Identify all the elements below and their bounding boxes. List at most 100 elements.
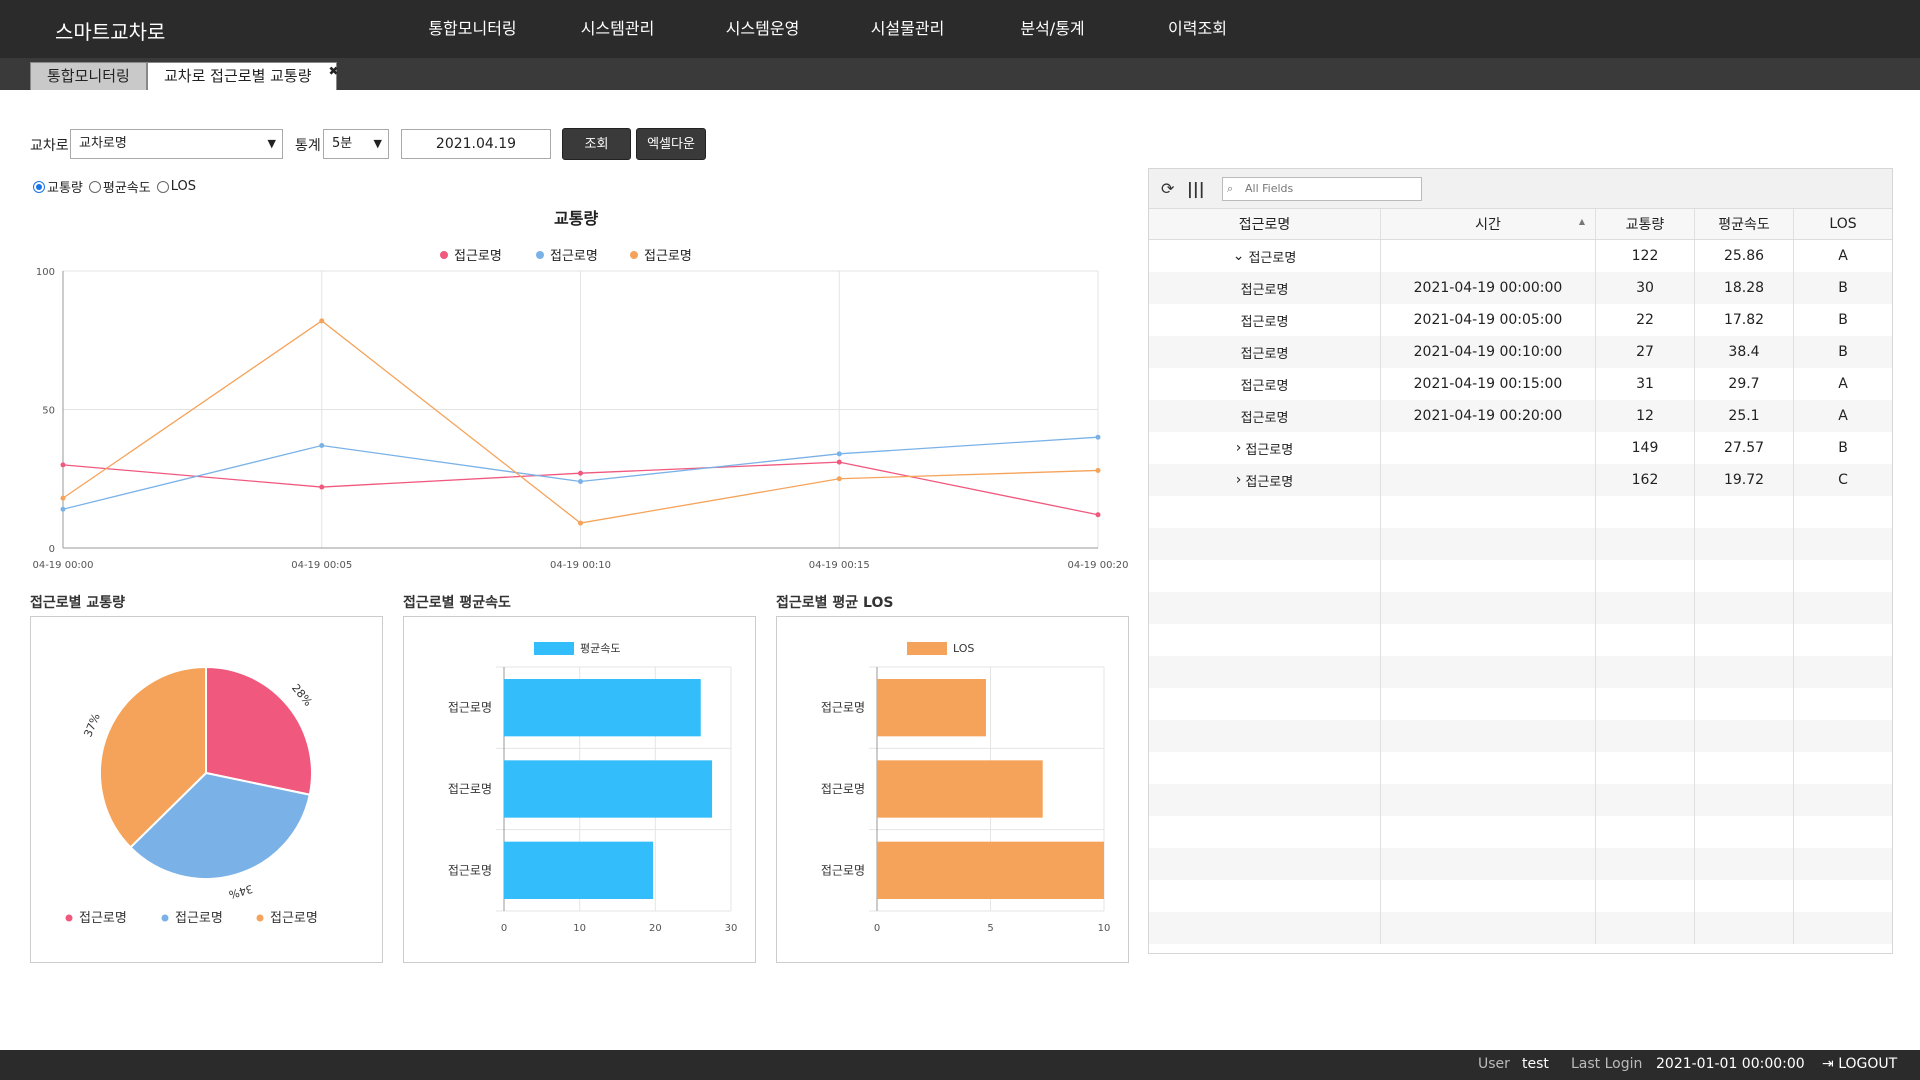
cell-text: 19.72 [1723,472,1765,488]
tab-monitoring[interactable]: 통합모니터링 [30,62,147,90]
close-icon[interactable]: ✖ [328,65,338,77]
los-section-title: 접근로별 평균 LOS [776,595,894,611]
stat-select-value: 5분 [332,136,353,151]
tab-intersection-volume[interactable]: 교차로 접근로별 교통량 ✖ [147,62,339,90]
table-row[interactable]: › 접근로명 149 27.57 B [1149,432,1892,464]
intersection-select[interactable]: 교차로명 ▼ [70,129,283,159]
col-header-avg-speed[interactable]: 평균속도 [1695,209,1794,239]
search-icon: ⌕ [1227,182,1234,195]
chevron-right-icon[interactable]: › [1236,472,1242,488]
table-row[interactable]: 접근로명 2021-04-19 00:20:00 12 25.1 A [1149,400,1892,432]
radio-label: 평균속도 [102,181,151,196]
table-cell [1695,720,1794,752]
cell-text: B [1838,280,1848,296]
top-navigation-bar: 스마트교차로 통합모니터링 시스템관리 시스템운영 시설물관리 분석/통계 이력… [0,0,1920,58]
legend-label: 접근로명 [270,911,318,926]
refresh-icon[interactable]: ⟳ [1161,179,1174,198]
chevron-down-icon[interactable]: ⌄ [1233,248,1245,264]
cell-text: 접근로명 [1245,442,1294,458]
footer-bar: User test Last Login 2021-01-01 00:00:00… [0,1050,1920,1080]
col-header-volume[interactable]: 교통량 [1596,209,1695,239]
table-cell [1794,784,1892,816]
table-cell [1149,816,1381,848]
table-cell [1596,624,1695,656]
legend-dot [65,914,73,922]
table-row [1149,656,1892,688]
nav-item-monitoring[interactable]: 통합모니터링 [400,0,545,58]
nav-item-history[interactable]: 이력조회 [1125,0,1270,58]
data-point [1095,434,1101,440]
app-brand[interactable]: 스마트교차로 [55,16,165,45]
x-tick-label: 04-19 00:20 [1067,560,1128,571]
nav-item-facility[interactable]: 시설물관리 [835,0,980,58]
table-row[interactable]: ⌄ 접근로명 122 25.86 A [1149,240,1892,272]
col-header-los[interactable]: LOS [1794,209,1892,239]
chevron-right-icon[interactable]: › [1236,440,1242,456]
cell-text: 2021-04-19 00:00:00 [1413,280,1563,296]
search-button[interactable]: 조회 [562,128,631,160]
col-header-approach[interactable]: 접근로명 [1149,209,1381,239]
table-cell [1695,592,1794,624]
table-cell [1381,496,1596,528]
table-cell [1695,912,1794,944]
radio-avg-speed[interactable]: 평균속도 [88,177,151,196]
table-cell: 2021-04-19 00:10:00 [1381,336,1596,368]
x-tick-label: 20 [649,923,662,934]
table-row[interactable]: 접근로명 2021-04-19 00:05:00 22 17.82 B [1149,304,1892,336]
excel-download-button[interactable]: 엑셀다운 [636,128,706,160]
sort-asc-icon: ▲ [1578,217,1585,226]
legend-label: 평균속도 [580,642,620,655]
legend-dot [536,250,544,259]
table-cell: 2021-04-19 00:05:00 [1381,304,1596,336]
stat-interval-select[interactable]: 5분 ▼ [323,129,389,159]
legend-swatch [907,642,947,655]
table-row [1149,528,1892,560]
bar [504,760,713,818]
table-row[interactable]: › 접근로명 162 19.72 C [1149,464,1892,496]
columns-icon[interactable]: ||| [1187,179,1205,198]
nav-item-analysis[interactable]: 분석/통계 [980,0,1125,58]
table-cell: A [1794,400,1892,432]
grid-filter-input[interactable]: ⌕ All Fields [1222,177,1422,201]
table-cell [1149,848,1381,880]
table-row[interactable]: 접근로명 2021-04-19 00:10:00 27 38.4 B [1149,336,1892,368]
table-cell [1381,592,1596,624]
table-cell [1381,880,1596,912]
data-point [319,443,325,449]
filter-placeholder: All Fields [1245,182,1294,195]
table-row [1149,688,1892,720]
data-point [60,506,66,512]
user-label: User [1478,1056,1510,1072]
radio-dot [156,180,169,193]
logout-button[interactable]: ⇥ LOGOUT [1822,1056,1897,1072]
cell-text: A [1838,248,1848,264]
bar [877,679,986,737]
date-input[interactable]: 2021.04.19 [401,129,551,159]
table-cell [1381,752,1596,784]
pie-chart: 28% 34% 37% 접근로명 접근로명 접근로명 [65,665,318,926]
line-chart-title: 교통량 [554,209,599,228]
cell-text: 접근로명 [1240,282,1289,298]
nav-item-system-admin[interactable]: 시스템관리 [545,0,690,58]
table-cell [1381,912,1596,944]
table-cell: 2021-04-19 00:00:00 [1381,272,1596,304]
logout-label: LOGOUT [1838,1056,1898,1072]
table-cell [1149,560,1381,592]
table-row[interactable]: 접근로명 2021-04-19 00:00:00 30 18.28 B [1149,272,1892,304]
table-cell [1149,624,1381,656]
nav-item-system-operation[interactable]: 시스템운영 [690,0,835,58]
cell-text: 162 [1631,472,1659,488]
pie-slice-label: 34% [227,882,254,901]
cell-text: B [1838,344,1848,360]
table-cell [1381,688,1596,720]
table-row[interactable]: 접근로명 2021-04-19 00:15:00 31 29.7 A [1149,368,1892,400]
col-header-time[interactable]: 시간 ▲ [1381,209,1596,239]
table-cell [1794,720,1892,752]
radio-los[interactable]: LOS [156,177,196,196]
x-tick-label: 04-19 00:00 [32,560,93,571]
table-cell [1149,592,1381,624]
table-cell: 38.4 [1695,336,1794,368]
data-point [578,479,583,485]
radio-volume[interactable]: 교통량 [33,177,83,196]
legend-label: 접근로명 [175,911,223,926]
